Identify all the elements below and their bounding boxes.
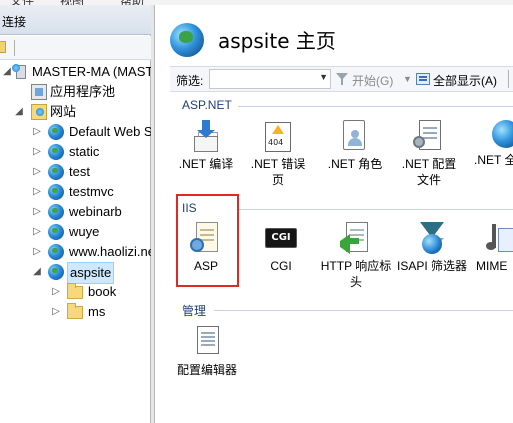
response-headers-icon xyxy=(340,222,372,254)
toolbar-separator xyxy=(14,40,15,56)
filter-label: 筛选: xyxy=(176,74,204,88)
sites-icon xyxy=(31,104,47,120)
server-icon xyxy=(12,64,28,80)
tree-node-label: 应用程序池 xyxy=(50,84,116,99)
show-all-button[interactable]: 全部显示(A) xyxy=(433,72,497,89)
expand-arrow-icon[interactable]: ▷ xyxy=(32,182,42,202)
show-all-icon xyxy=(416,73,430,85)
feature-label: .NET 角色 xyxy=(327,157,383,171)
expand-arrow-icon[interactable]: ▷ xyxy=(32,222,42,242)
folder-icon xyxy=(67,303,83,319)
collapse-arrow-icon[interactable]: ◢ xyxy=(14,102,24,122)
expand-arrow-icon[interactable]: ▷ xyxy=(32,242,42,262)
collapse-arrow-icon[interactable]: ◢ xyxy=(2,62,12,82)
tree-node-label: test xyxy=(69,164,90,179)
globe-icon xyxy=(48,264,64,280)
feature-label: ISAPI 筛选器 xyxy=(396,259,467,273)
dropdown-arrow-icon[interactable]: ▼ xyxy=(319,72,328,82)
config-editor-icon xyxy=(191,326,223,358)
tree-node-label: webinarb xyxy=(69,204,122,219)
mime-icon xyxy=(484,222,513,254)
config-file-icon xyxy=(413,120,445,152)
asp-highlight-box xyxy=(176,194,239,287)
feature-label: .NET 配置文件 xyxy=(401,157,457,187)
folder-icon xyxy=(67,283,83,299)
globe-icon xyxy=(48,124,64,140)
feature-http-response-headers[interactable]: HTTP 响应标头 xyxy=(320,222,392,290)
filter-input[interactable]: ▼ xyxy=(209,69,331,89)
connections-header: 连接 xyxy=(0,5,151,35)
group-header-aspnet: ASP.NET xyxy=(182,98,232,112)
page-title: aspsite 主页 xyxy=(218,29,336,53)
tree-node-label: wuye xyxy=(69,224,100,239)
open-folder-icon[interactable] xyxy=(0,41,6,53)
globe-icon xyxy=(48,184,64,200)
tree-node-label: testmvc xyxy=(69,184,114,199)
feature-label: HTTP 响应标头 xyxy=(320,259,392,289)
tree-node-label: ms xyxy=(88,304,106,319)
globe-icon xyxy=(48,144,64,160)
tree-node-label: Default Web S xyxy=(69,124,153,139)
cgi-icon: CGI xyxy=(265,222,297,254)
error-404-icon xyxy=(262,120,294,152)
feature-label: 配置编辑器 xyxy=(176,363,237,377)
tree-node-label: www.haolizi.ne xyxy=(69,244,155,259)
tree-node-label: 网站 xyxy=(50,104,77,119)
expand-arrow-icon[interactable]: ▷ xyxy=(32,142,42,162)
feature-isapi-filters[interactable]: ISAPI 筛选器 xyxy=(396,222,468,274)
group-divider xyxy=(214,310,513,311)
feature-mime-types[interactable]: MIME xyxy=(470,222,513,274)
expand-arrow-icon[interactable]: ▷ xyxy=(51,302,61,322)
feature-label: MIME xyxy=(476,259,508,273)
collapse-arrow-icon[interactable]: ◢ xyxy=(32,262,42,282)
feature-net-roles[interactable]: .NET 角色 xyxy=(323,120,387,172)
app-pool-icon xyxy=(31,84,47,100)
feature-net-trust[interactable]: .NET 全 xyxy=(470,120,513,168)
expand-arrow-icon[interactable]: ▷ xyxy=(32,162,42,182)
site-globe-icon xyxy=(170,23,204,57)
expand-arrow-icon[interactable]: ▷ xyxy=(51,282,61,302)
group-header-management: 管理 xyxy=(182,304,207,318)
tree-node-label: aspsite xyxy=(67,262,115,284)
tree-node-label: static xyxy=(69,144,100,159)
globe-icon xyxy=(48,244,64,260)
feature-net-compilation[interactable]: .NET 编译 xyxy=(174,120,238,172)
feature-label: .NET 全 xyxy=(474,153,513,167)
feature-label: .NET 错误页 xyxy=(250,157,306,187)
globe-icon xyxy=(48,204,64,220)
connections-title: 连接 xyxy=(2,15,27,29)
net-compilation-icon xyxy=(190,120,222,152)
globe-icon xyxy=(492,120,513,148)
tree-node-label: book xyxy=(88,284,117,299)
expand-arrow-icon[interactable]: ▷ xyxy=(32,202,42,222)
feature-label: CGI xyxy=(270,259,292,273)
connections-toolbar xyxy=(0,36,151,60)
dropdown-arrow-icon[interactable]: ▼ xyxy=(403,74,412,84)
toolbar-separator xyxy=(508,70,509,88)
group-divider xyxy=(238,106,513,107)
feature-net-profile[interactable]: .NET 配置文件 xyxy=(397,120,461,188)
roles-icon xyxy=(339,120,371,152)
globe-icon xyxy=(48,224,64,240)
group-divider xyxy=(238,209,513,210)
isapi-filter-icon xyxy=(416,222,448,254)
globe-icon xyxy=(48,164,64,180)
filter-funnel-icon xyxy=(336,73,348,85)
feature-configuration-editor[interactable]: 配置编辑器 xyxy=(172,326,242,378)
expand-arrow-icon[interactable]: ▷ xyxy=(32,122,42,142)
feature-net-error-pages[interactable]: .NET 错误页 xyxy=(246,120,310,188)
feature-cgi[interactable]: CGI CGI xyxy=(249,222,313,274)
feature-label: .NET 编译 xyxy=(178,157,234,171)
start-filter-button[interactable]: 开始(G) xyxy=(352,72,393,89)
